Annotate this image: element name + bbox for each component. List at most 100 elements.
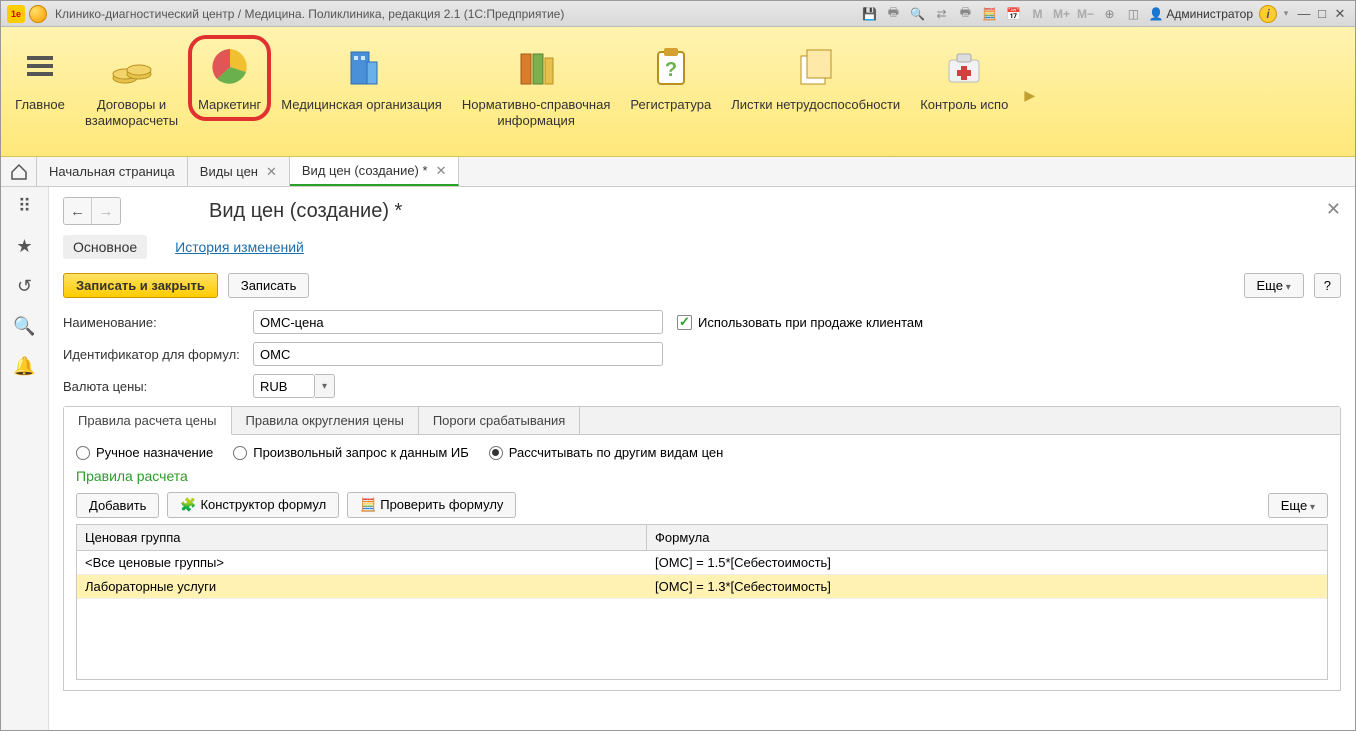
search-rail-icon[interactable]: 🔍 xyxy=(14,315,36,337)
radio-calc[interactable]: Рассчитывать по другим видам цен xyxy=(489,445,724,460)
section-contracts[interactable]: Договоры и взаиморасчеты xyxy=(75,35,188,132)
building-icon xyxy=(338,43,386,91)
section-label: Маркетинг xyxy=(198,97,261,113)
info-dropdown-icon[interactable]: ▾ xyxy=(1277,5,1295,23)
save-and-close-button[interactable]: Записать и закрыть xyxy=(63,273,218,298)
m-plus-icon[interactable]: M+ xyxy=(1052,5,1070,23)
subtab-main[interactable]: Основное xyxy=(63,235,147,259)
use-for-sales-checkbox[interactable]: ✓ Использовать при продаже клиентам xyxy=(677,315,923,330)
grid-row[interactable]: <Все ценовые группы> [ОМС] = 1.5*[Себест… xyxy=(77,551,1327,575)
section-medorg[interactable]: Медицинская организация xyxy=(271,35,452,117)
history-icon[interactable]: ↺ xyxy=(14,275,36,297)
radio-icon xyxy=(76,446,90,460)
id-label: Идентификатор для формул: xyxy=(63,347,253,362)
inner-tab-thresholds[interactable]: Пороги срабатывания xyxy=(419,407,580,434)
subtab-history[interactable]: История изменений xyxy=(165,235,314,259)
section-label: Нормативно-справочная информация xyxy=(462,97,611,128)
main-menu-button[interactable] xyxy=(29,5,47,23)
preview-icon[interactable]: 🔍 xyxy=(908,5,926,23)
close-window-button[interactable]: ✕ xyxy=(1331,6,1349,22)
add-rule-button[interactable]: Добавить xyxy=(76,493,159,518)
section-control[interactable]: Контроль испо xyxy=(910,35,1018,117)
user-label[interactable]: 👤 Администратор xyxy=(1148,7,1253,21)
name-input[interactable] xyxy=(253,310,663,334)
inner-tabs: Правила расчета цены Правила округления … xyxy=(63,406,1341,691)
form-content: ✕ ← → Вид цен (создание) * Основное Исто… xyxy=(49,187,1355,730)
titlebar-tools: 💾 🖶 🔍 ⇄ 🖶 🧮 📅 M M+ M− ⊕ ◫ xyxy=(860,5,1142,23)
check-formula-icon: 🧮 xyxy=(360,497,376,513)
help-button[interactable]: ? xyxy=(1314,273,1341,298)
radio-manual[interactable]: Ручное назначение xyxy=(76,445,213,460)
user-name: Администратор xyxy=(1166,7,1253,21)
favorite-icon[interactable]: ★ xyxy=(14,235,36,257)
section-label: Медицинская организация xyxy=(281,97,442,113)
close-page-button[interactable]: ✕ xyxy=(1326,199,1341,220)
name-label: Наименование: xyxy=(63,315,253,330)
currency-select[interactable]: ▾ xyxy=(253,374,335,398)
apps-icon[interactable]: ⠿ xyxy=(14,195,36,217)
tab-close-icon[interactable]: ✕ xyxy=(266,164,277,180)
minimize-button[interactable]: — xyxy=(1295,6,1313,21)
tab-price-type-create[interactable]: Вид цен (создание) * ✕ xyxy=(290,157,460,186)
currency-input[interactable] xyxy=(253,374,315,398)
body-area: ⠿ ★ ↺ 🔍 🔔 ✕ ← → Вид цен (создание) * Осн… xyxy=(1,187,1355,730)
documents-icon xyxy=(792,43,840,91)
m-icon[interactable]: M xyxy=(1028,5,1046,23)
section-label: Листки нетрудоспособности xyxy=(731,97,900,113)
section-label: Регистратура xyxy=(630,97,711,113)
save-icon[interactable]: 💾 xyxy=(860,5,878,23)
tab-price-types[interactable]: Виды цен ✕ xyxy=(188,157,290,186)
tab-label: Вид цен (создание) * xyxy=(302,163,428,178)
section-marketing[interactable]: Маркетинг xyxy=(188,35,271,121)
cell-group: <Все ценовые группы> xyxy=(77,551,647,574)
grid-row[interactable]: Лабораторные услуги [ОМС] = 1.3*[Себесто… xyxy=(77,575,1327,599)
radio-label: Ручное назначение xyxy=(96,445,213,460)
nav-forward-button[interactable]: → xyxy=(92,198,120,224)
save-button[interactable]: Записать xyxy=(228,273,310,298)
m-minus-icon[interactable]: M− xyxy=(1076,5,1094,23)
col-group[interactable]: Ценовая группа xyxy=(77,525,647,550)
dropdown-icon[interactable]: ▾ xyxy=(315,374,335,398)
constructor-icon: 🧩 xyxy=(180,497,196,513)
info-icon[interactable]: i xyxy=(1259,5,1277,23)
rules-more-button[interactable]: Еще xyxy=(1268,493,1328,518)
left-rail: ⠿ ★ ↺ 🔍 🔔 xyxy=(1,187,49,730)
inner-tab-rules[interactable]: Правила расчета цены xyxy=(64,407,232,435)
section-sicklists[interactable]: Листки нетрудоспособности xyxy=(721,35,910,117)
rules-commands: Добавить 🧩Конструктор формул 🧮 Проверить … xyxy=(76,492,1328,518)
calc-mode-radios: Ручное назначение Произвольный запрос к … xyxy=(76,445,1328,460)
user-icon: 👤 xyxy=(1148,7,1163,21)
nav-back-button[interactable]: ← xyxy=(64,198,92,224)
tab-home[interactable]: Начальная страница xyxy=(37,157,188,186)
app-logo-icon: 1e xyxy=(7,5,25,23)
maximize-button[interactable]: □ xyxy=(1313,6,1331,21)
books-icon xyxy=(512,43,560,91)
id-input[interactable] xyxy=(253,342,663,366)
svg-text:?: ? xyxy=(665,59,677,81)
check-formula-button[interactable]: 🧮 Проверить формулу xyxy=(347,492,516,518)
zoom-icon[interactable]: ⊕ xyxy=(1100,5,1118,23)
home-tab-icon[interactable] xyxy=(1,157,37,186)
calc-icon[interactable]: 🧮 xyxy=(980,5,998,23)
calendar-icon[interactable]: 📅 xyxy=(1004,5,1022,23)
panels-icon[interactable]: ◫ xyxy=(1124,5,1142,23)
col-formula[interactable]: Формула xyxy=(647,525,1327,550)
grid-empty-area xyxy=(77,599,1327,679)
notifications-icon[interactable]: 🔔 xyxy=(14,355,36,377)
radio-label: Произвольный запрос к данным ИБ xyxy=(253,445,469,460)
cell-formula: [ОМС] = 1.3*[Себестоимость] xyxy=(647,575,1327,598)
inner-tab-rounding[interactable]: Правила округления цены xyxy=(232,407,419,434)
more-button[interactable]: Еще xyxy=(1244,273,1304,298)
section-reference[interactable]: Нормативно-справочная информация xyxy=(452,35,621,132)
formula-constructor-button[interactable]: 🧩Конструктор формул xyxy=(167,492,339,518)
button-label: Проверить формулу xyxy=(380,497,503,512)
print-icon[interactable]: 🖶 xyxy=(884,5,902,23)
command-bar: Записать и закрыть Записать Еще ? xyxy=(63,273,1341,298)
sections-scroll-right[interactable]: ▶ xyxy=(1018,87,1041,104)
print2-icon[interactable]: 🖶 xyxy=(956,5,974,23)
compare-icon[interactable]: ⇄ xyxy=(932,5,950,23)
section-main[interactable]: Главное xyxy=(5,35,75,117)
section-registry[interactable]: ? Регистратура xyxy=(620,35,721,117)
tab-close-icon[interactable]: ✕ xyxy=(436,163,447,179)
radio-query[interactable]: Произвольный запрос к данным ИБ xyxy=(233,445,469,460)
